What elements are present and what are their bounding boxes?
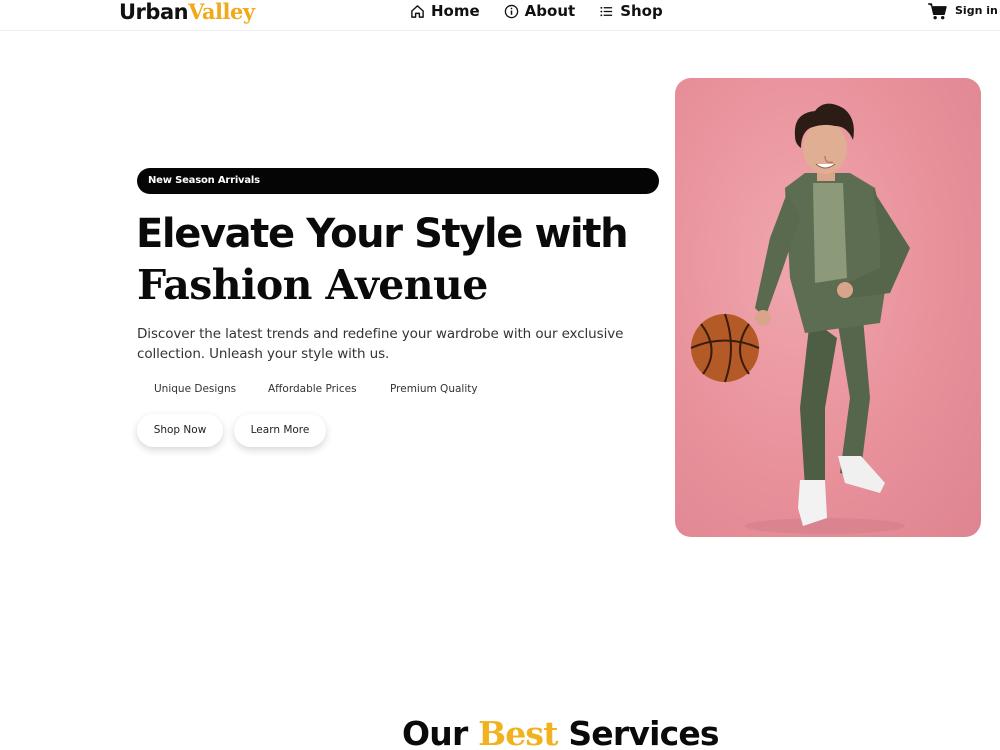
shop-now-button[interactable]: Shop Now	[137, 414, 223, 447]
nav-about-label: About	[524, 2, 576, 20]
site-header: UrbanValley Home About Shop Sign in	[0, 0, 1000, 31]
nav-shop[interactable]: Shop	[599, 1, 663, 21]
model-illustration	[690, 103, 910, 534]
learn-more-button[interactable]: Learn More	[234, 414, 326, 447]
logo-part-urban: Urban	[119, 0, 189, 24]
new-season-badge: New Season Arrivals	[137, 168, 659, 194]
services-title-after: Services	[568, 714, 719, 750]
nav-home[interactable]: Home	[410, 1, 480, 21]
home-icon	[411, 4, 424, 18]
logo-part-valley: Valley	[188, 0, 255, 24]
services-heading: Our Best Services	[402, 712, 720, 750]
list-icon	[600, 6, 613, 16]
cart-icon[interactable]	[928, 3, 947, 20]
hero-headline-line2: Fashion Avenue	[137, 261, 488, 309]
feature-affordable-prices: Affordable Prices	[268, 383, 357, 395]
hero-headline-line1: Elevate Your Style with	[136, 211, 629, 257]
feature-premium-quality: Premium Quality	[390, 383, 478, 395]
hero-description: Discover the latest trends and redefine …	[137, 326, 624, 362]
nav-shop-label: Shop	[620, 2, 663, 20]
logo[interactable]: UrbanValley	[119, 0, 255, 26]
services-title-accent: Best	[478, 714, 558, 750]
services-title-before: Our	[402, 714, 468, 750]
hero-image	[675, 78, 981, 537]
nav-about[interactable]: About	[504, 1, 576, 21]
info-icon	[504, 4, 518, 18]
signin-link[interactable]: Sign in	[955, 4, 998, 18]
feature-unique-designs: Unique Designs	[154, 383, 237, 395]
nav-home-label: Home	[431, 2, 480, 20]
main-nav: Home About Shop	[410, 1, 663, 21]
